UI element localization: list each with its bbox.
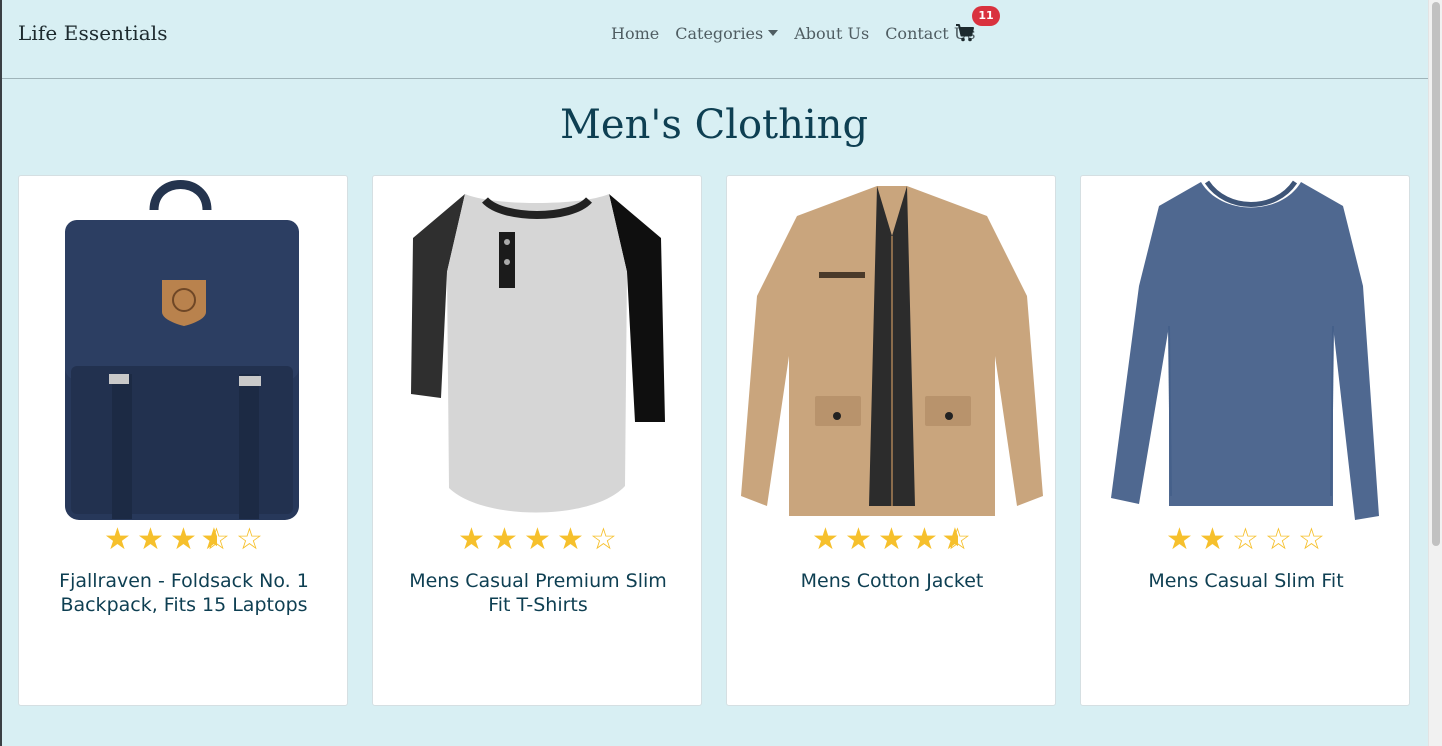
scrollbar-thumb[interactable] bbox=[1432, 2, 1440, 546]
star-full-icon: ★ bbox=[458, 522, 486, 557]
product-card[interactable]: ★ ★ ★ ★ ☆ ★ Mens Cotton Jacket bbox=[726, 175, 1056, 706]
star-empty-icon: ☆ bbox=[236, 522, 264, 557]
star-full-icon: ★ bbox=[524, 522, 552, 557]
nav-links: Home Categories About Us Contact Us bbox=[611, 24, 976, 43]
navbar: Life Essentials Home Categories About Us… bbox=[2, 0, 1428, 79]
star-full-icon: ★ bbox=[1166, 522, 1194, 557]
product-grid: ★ ★ ★ ☆ ★ ☆ Fjallraven - Foldsack No. 1 Backp… bbox=[18, 175, 1411, 706]
nav-categories-dropdown[interactable]: Categories bbox=[675, 24, 779, 43]
star-empty-icon: ☆ bbox=[1265, 522, 1293, 557]
product-title[interactable]: Mens Cotton Jacket bbox=[751, 569, 1033, 593]
product-title[interactable]: Mens Casual Premium Slim Fit T-Shirts bbox=[397, 569, 679, 617]
page-scrollbar[interactable] bbox=[1428, 0, 1442, 746]
product-card[interactable]: ★ ★ ★ ☆ ★ ☆ Fjallraven - Foldsack No. 1 Backp… bbox=[18, 175, 348, 706]
shopping-cart-icon[interactable] bbox=[955, 23, 975, 43]
star-full-icon: ★ bbox=[104, 522, 132, 557]
star-full-icon: ★ bbox=[878, 522, 906, 557]
star-empty-icon: ☆ bbox=[1298, 522, 1326, 557]
jacket-image bbox=[741, 186, 1043, 516]
star-empty-icon: ☆ bbox=[590, 522, 618, 557]
product-title[interactable]: Mens Casual Slim Fit bbox=[1105, 569, 1387, 593]
nav-home-link[interactable]: Home bbox=[611, 24, 659, 43]
star-full-icon: ★ bbox=[170, 522, 198, 557]
rating-stars: ★ ★ ★ ☆ ★ ☆ bbox=[19, 522, 349, 557]
page-title: Men's Clothing bbox=[559, 102, 869, 148]
rating-stars: ★ ★ ★ ★ ☆ bbox=[373, 522, 703, 557]
star-full-icon: ★ bbox=[491, 522, 519, 557]
star-full-icon: ★ bbox=[557, 522, 585, 557]
product-card[interactable]: ★ ★ ☆ ☆ ☆ Mens Casual Slim Fit bbox=[1080, 175, 1410, 706]
nav-about-link[interactable]: About Us bbox=[794, 24, 869, 43]
rating-stars: ★ ★ ☆ ☆ ☆ bbox=[1081, 522, 1411, 557]
star-full-icon: ★ bbox=[1199, 522, 1227, 557]
star-empty-icon: ☆ bbox=[1232, 522, 1260, 557]
star-full-icon: ★ bbox=[911, 522, 939, 557]
nav-categories-label: Categories bbox=[675, 24, 764, 43]
star-half-icon: ☆ ★ bbox=[941, 522, 972, 557]
brand-logo[interactable]: Life Essentials bbox=[18, 21, 168, 45]
star-half-icon: ☆ ★ bbox=[200, 522, 231, 557]
product-card[interactable]: ★ ★ ★ ★ ☆ Mens Casual Premium Slim Fit T-Shi… bbox=[372, 175, 702, 706]
star-full-icon: ★ bbox=[812, 522, 840, 557]
rating-stars: ★ ★ ★ ★ ☆ ★ bbox=[727, 522, 1057, 557]
product-title[interactable]: Fjallraven - Foldsack No. 1 Backpack, Fi… bbox=[43, 569, 325, 617]
star-full-icon: ★ bbox=[845, 522, 873, 557]
caret-down-icon bbox=[768, 30, 779, 36]
star-full-icon: ★ bbox=[137, 522, 165, 557]
cart-count-badge: 11 bbox=[972, 6, 1000, 26]
backpack-image bbox=[65, 180, 299, 520]
tshirt-image bbox=[411, 194, 665, 513]
long-sleeve-shirt-image bbox=[1111, 180, 1379, 520]
